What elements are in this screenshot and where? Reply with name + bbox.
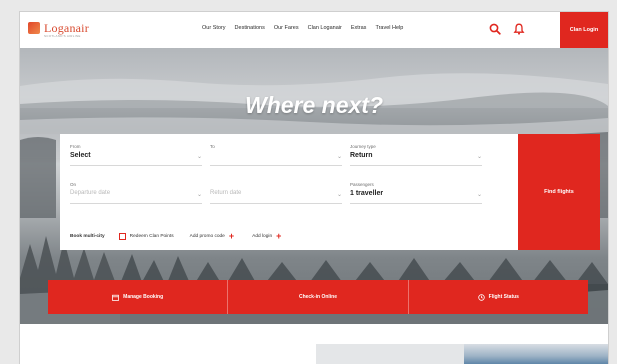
book-multi-city-link[interactable]: Book multi-city	[70, 234, 105, 239]
nav-our-story[interactable]: Our Story	[202, 25, 226, 31]
clock-icon	[477, 293, 485, 301]
departure-date-placeholder: Departure date	[70, 190, 111, 196]
return-date-placeholder: Return date	[210, 190, 242, 196]
to-field[interactable]: To ⌄	[210, 144, 342, 166]
promo-tile[interactable]	[316, 344, 464, 364]
lower-content	[20, 324, 608, 364]
promo-image-tile[interactable]	[464, 344, 608, 364]
hero-title: Where next?	[244, 92, 384, 118]
bell-icon[interactable]	[512, 22, 526, 36]
check-in-label: Check-in Online	[298, 294, 338, 300]
logo-mark-icon	[28, 22, 40, 34]
journey-type-field[interactable]: Journey type Return ⌄	[350, 144, 482, 166]
site-header: Loganair SCOTLAND'S AIRLINE Our Story De…	[20, 12, 608, 49]
main-nav: Our Story Destinations Our Fares Clan Lo…	[202, 25, 403, 31]
to-label: To	[210, 144, 215, 149]
nav-travel-help[interactable]: Travel Help	[375, 25, 403, 31]
flight-status-button[interactable]: Flight Status	[409, 280, 588, 314]
redeem-points-label: Redeem Clan Points	[129, 233, 174, 239]
nav-extras[interactable]: Extras	[351, 25, 367, 31]
search-options-row: Book multi-city Redeem Clan Points Add p…	[70, 232, 281, 241]
on-label: On	[70, 182, 77, 187]
journey-type-value: Return	[350, 152, 373, 159]
from-label: From	[70, 144, 81, 149]
logo[interactable]: Loganair	[28, 22, 89, 34]
clan-login-button[interactable]: Clan Login	[560, 12, 608, 48]
chevron-down-icon: ⌄	[196, 154, 202, 160]
nav-our-fares[interactable]: Our Fares	[274, 25, 299, 31]
browser-screen: Loganair SCOTLAND'S AIRLINE Our Story De…	[20, 12, 608, 364]
manage-booking-label: Manage Booking	[123, 294, 164, 300]
redeem-points-checkbox[interactable]	[118, 232, 126, 240]
search-icon[interactable]	[488, 22, 502, 36]
add-promo-plus-icon[interactable]: +	[229, 232, 234, 241]
calendar-icon	[112, 294, 120, 301]
from-value: Select	[70, 152, 91, 159]
chevron-down-icon: ⌄	[336, 154, 342, 160]
logo-text: Loganair	[44, 21, 89, 35]
chevron-down-icon: ⌄	[476, 154, 482, 160]
passengers-label: Passengers	[350, 182, 374, 187]
nav-destinations[interactable]: Destinations	[235, 25, 265, 31]
find-flights-button[interactable]: Find flights	[518, 134, 600, 250]
flight-search-form: From Select ⌄ To ⌄ Journey type Return ⌄…	[60, 134, 518, 250]
add-login-plus-icon[interactable]: +	[276, 232, 281, 241]
nav-clan-loganair[interactable]: Clan Loganair	[308, 25, 342, 31]
logo-subtext: SCOTLAND'S AIRLINE	[44, 34, 81, 38]
from-field[interactable]: From Select ⌄	[70, 144, 202, 166]
manage-booking-button[interactable]: Manage Booking	[48, 280, 229, 314]
promo-code-label[interactable]: Add promo code	[190, 234, 225, 239]
return-date-field[interactable]: Return date ⌄	[210, 182, 342, 204]
passengers-value: 1 traveller	[350, 190, 384, 197]
add-login-label[interactable]: Add login	[252, 234, 272, 239]
departure-date-field[interactable]: On Departure date ⌄	[70, 182, 202, 204]
journey-type-label: Journey type	[350, 144, 376, 149]
chevron-down-icon: ⌄	[476, 192, 482, 198]
chevron-down-icon: ⌄	[196, 192, 202, 198]
chevron-down-icon: ⌄	[336, 192, 342, 198]
quick-actions-bar: Manage Booking Check-in Online Flight St…	[48, 280, 588, 314]
flight-status-label: Flight Status	[488, 294, 519, 300]
check-in-button[interactable]: Check-in Online	[228, 280, 409, 314]
passengers-field[interactable]: Passengers 1 traveller ⌄	[350, 182, 482, 204]
